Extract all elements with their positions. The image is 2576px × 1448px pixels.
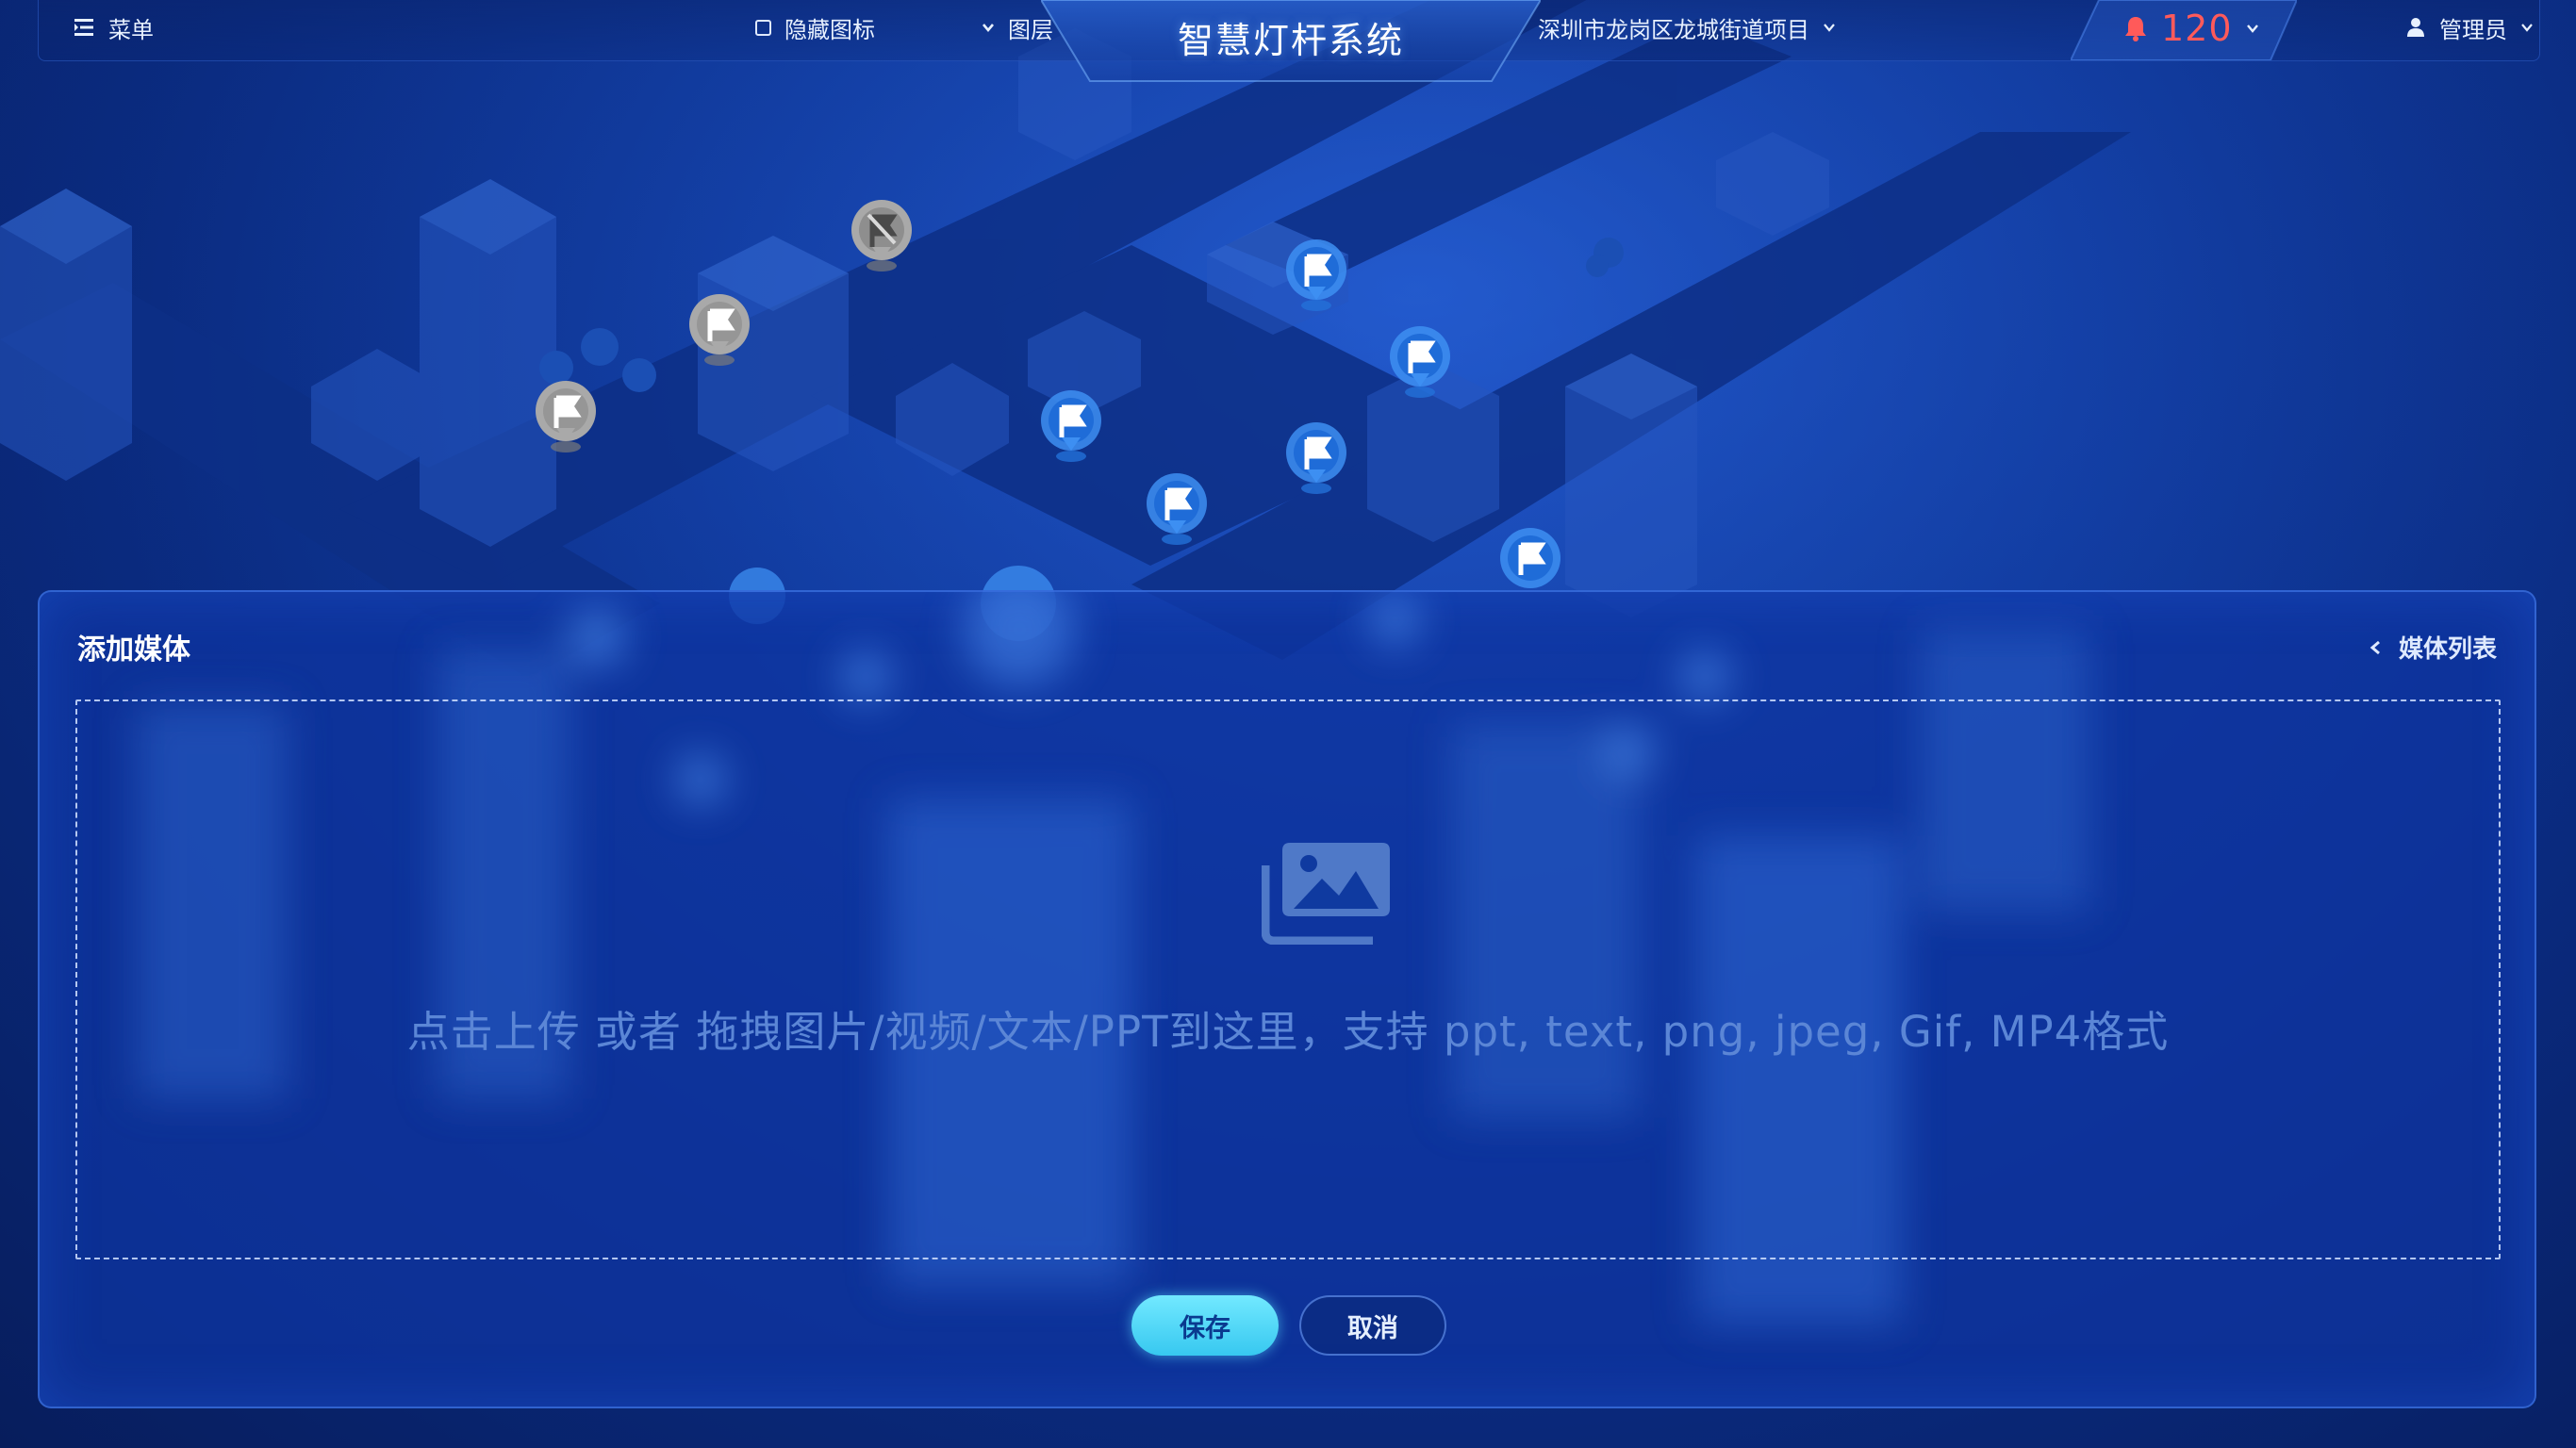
menu-icon xyxy=(74,19,93,36)
project-selector[interactable]: 深圳市龙岗区龙城街道项目 xyxy=(1538,0,1836,55)
user-label: 管理员 xyxy=(2439,16,2507,43)
chevron-down-icon xyxy=(1824,24,1835,32)
add-media-panel: 添加媒体 媒体列表 点击上传 或者 拖拽图片/视频/文本/PPT到这里，支持 p… xyxy=(38,590,2536,1408)
menu-label: 菜单 xyxy=(108,16,154,43)
upload-dropzone[interactable]: 点击上传 或者 拖拽图片/视频/文本/PPT到这里，支持 ppt, text, … xyxy=(75,699,2501,1259)
user-menu[interactable]: 管理员 xyxy=(2405,0,2534,55)
menu-button[interactable]: 菜单 xyxy=(74,0,154,55)
bell-icon xyxy=(2125,17,2146,41)
alarm-button[interactable]: 120 xyxy=(2123,0,2259,57)
chevron-down-icon xyxy=(983,24,994,33)
upload-hint: 点击上传 或者 拖拽图片/视频/文本/PPT到这里，支持 ppt, text, … xyxy=(406,1007,2170,1057)
system-title-tab: 智慧灯杆系统 xyxy=(1041,0,1541,83)
project-label: 深圳市龙岗区龙城街道项目 xyxy=(1538,16,1809,43)
save-button[interactable]: 保存 xyxy=(1131,1295,1279,1356)
image-upload-icon xyxy=(1262,843,1390,945)
alarm-count: 120 xyxy=(2161,8,2233,49)
chevron-down-icon xyxy=(2521,24,2533,32)
user-icon xyxy=(2407,18,2424,37)
media-list-link[interactable]: 媒体列表 xyxy=(2369,630,2497,665)
hide-icons-toggle[interactable]: 隐藏图标 xyxy=(755,0,875,55)
hide-icons-label: 隐藏图标 xyxy=(784,16,875,43)
chevron-left-icon xyxy=(2370,640,2380,654)
chevron-down-icon xyxy=(2246,25,2258,33)
media-list-label: 媒体列表 xyxy=(2398,635,2497,664)
cancel-button[interactable]: 取消 xyxy=(1299,1295,1446,1356)
system-title: 智慧灯杆系统 xyxy=(1177,20,1404,61)
panel-title: 添加媒体 xyxy=(77,634,190,666)
hide-icons-checkbox[interactable] xyxy=(755,19,771,36)
